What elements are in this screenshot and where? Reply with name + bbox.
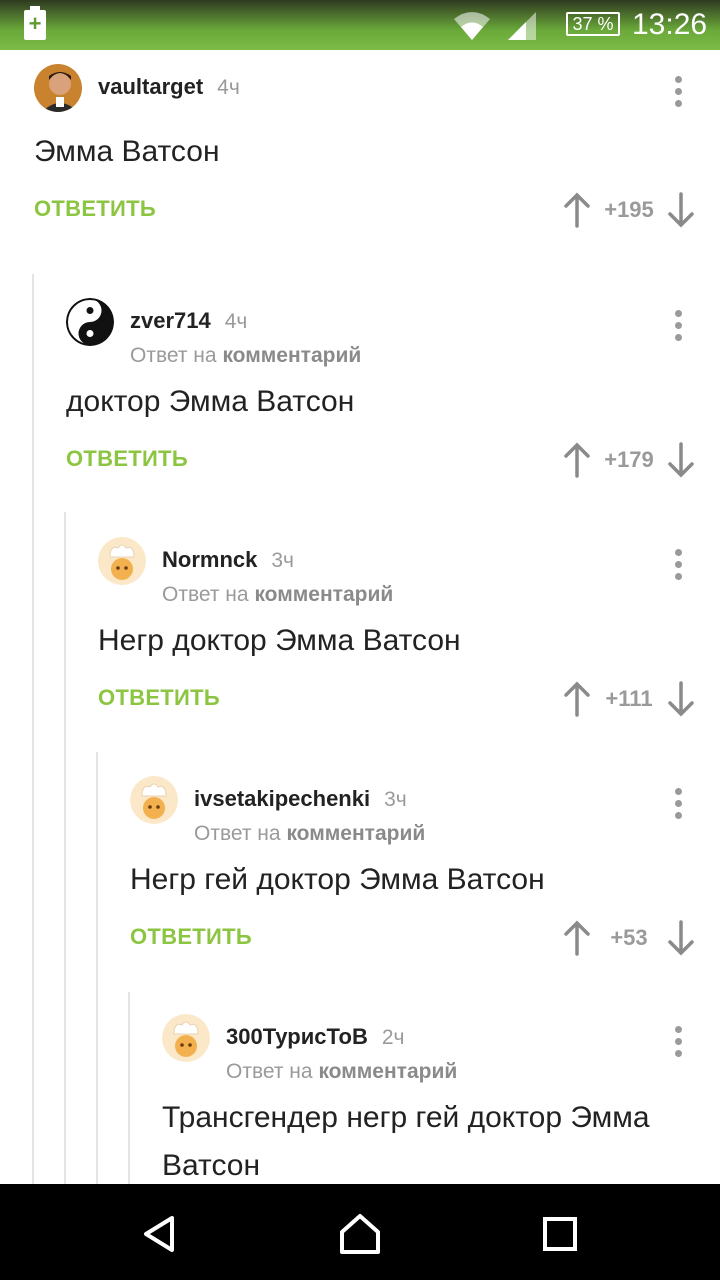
default-chef-avatar-icon xyxy=(98,537,146,585)
comment-author[interactable]: zver714 4ч xyxy=(130,308,247,334)
comment-author[interactable]: ivsetakipechenki 3ч xyxy=(194,786,407,812)
user-avatar[interactable] xyxy=(34,64,82,112)
comment-score: +195 xyxy=(604,197,654,222)
reply-button[interactable]: ОТВЕТИТЬ xyxy=(98,685,220,711)
downvote-icon[interactable] xyxy=(666,920,696,956)
upvote-icon[interactable] xyxy=(562,681,592,717)
comment-author[interactable]: Normnck 3ч xyxy=(162,547,294,573)
user-avatar[interactable] xyxy=(130,776,178,824)
battery-charging-icon: + xyxy=(24,6,46,40)
user-avatar[interactable] xyxy=(98,537,146,585)
vote-controls: +195 xyxy=(562,190,696,230)
default-chef-avatar-icon xyxy=(130,776,178,824)
comment-text: Эмма Ватсон xyxy=(34,135,220,168)
comment: vaultarget 4ч Эмма Ватсон ОТВЕТИТЬ +195 xyxy=(34,64,720,230)
more-options-icon[interactable] xyxy=(672,1026,684,1060)
comment-thread: vaultarget4ч Эмма Ватсон ОТВЕТИТЬ +195 xyxy=(0,50,720,1184)
reply-to-link[interactable]: Ответ на комментарий xyxy=(194,822,425,846)
comment-time: 4ч xyxy=(217,76,240,99)
more-options-icon[interactable] xyxy=(672,76,684,110)
comment: zver714 4ч Ответ на комментарий доктор Эм… xyxy=(66,298,720,480)
reply-to-link[interactable]: Ответ на комментарий xyxy=(226,1060,457,1084)
comment-text: Негр гей доктор Эмма Ватсон xyxy=(130,863,545,896)
thread-line xyxy=(128,992,130,1184)
home-icon[interactable] xyxy=(336,1210,384,1258)
downvote-icon[interactable] xyxy=(666,681,696,717)
comment-score: +179 xyxy=(604,447,654,472)
downvote-icon[interactable] xyxy=(666,192,696,228)
comment-author[interactable]: vaultarget 4ч xyxy=(98,74,240,100)
battery-indicator: 37 % xyxy=(566,12,620,36)
comment-text: Трансгендер негр гей доктор Эмма Ватсон xyxy=(162,1101,650,1182)
comment-text: доктор Эмма Ватсон xyxy=(66,385,355,418)
downvote-icon[interactable] xyxy=(666,442,696,478)
comment-time: 4ч xyxy=(224,310,248,333)
back-icon[interactable] xyxy=(136,1210,184,1258)
more-options-icon[interactable] xyxy=(672,310,684,344)
comment: 300ТурисТоВ 2ч Ответ на комментарий Транс… xyxy=(162,1014,720,1184)
cell-signal-icon xyxy=(508,12,536,40)
user-avatar[interactable] xyxy=(162,1014,210,1062)
comment: Normnck 3ч Ответ на комментарий Негр докт… xyxy=(98,537,720,719)
comment-score: +53 xyxy=(610,925,648,950)
default-chef-avatar-icon xyxy=(162,1014,210,1062)
reply-button[interactable]: ОТВЕТИТЬ xyxy=(34,196,156,222)
upvote-icon[interactable] xyxy=(562,192,592,228)
comment-time: 3ч xyxy=(271,549,294,572)
vote-controls: +53 xyxy=(562,918,696,958)
reply-to-link[interactable]: Ответ на комментарий xyxy=(130,344,361,368)
thread-line xyxy=(64,512,66,1184)
recent-apps-icon[interactable] xyxy=(536,1210,584,1258)
thread-line xyxy=(32,274,34,1184)
clock: 13:26 xyxy=(632,8,708,41)
user-avatar[interactable] xyxy=(66,298,114,346)
more-options-icon[interactable] xyxy=(672,788,684,822)
vote-controls: +179 xyxy=(562,440,696,480)
reply-button[interactable]: ОТВЕТИТЬ xyxy=(130,924,252,950)
wifi-icon xyxy=(454,12,490,40)
upvote-icon[interactable] xyxy=(562,920,592,956)
reply-to-link[interactable]: Ответ на комментарий xyxy=(162,583,393,607)
system-navigation-bar xyxy=(0,1184,720,1280)
reply-button[interactable]: ОТВЕТИТЬ xyxy=(66,446,188,472)
yin-yang-icon xyxy=(66,298,114,346)
comment-time: 3ч xyxy=(384,788,407,811)
more-options-icon[interactable] xyxy=(672,549,684,583)
comment-author[interactable]: 300ТурисТоВ 2ч xyxy=(226,1024,404,1050)
user-photo-icon xyxy=(34,64,82,112)
comment-time: 2ч xyxy=(381,1026,405,1049)
vote-controls: +111 xyxy=(562,679,696,719)
comment-score: +111 xyxy=(605,686,653,711)
upvote-icon[interactable] xyxy=(562,442,592,478)
status-bar: + 37 % 13:26 xyxy=(0,0,720,50)
comment: ivsetakipechenki 3ч Ответ на комментарий … xyxy=(130,776,720,958)
thread-line xyxy=(96,752,98,1184)
comment-text: Негр доктор Эмма Ватсон xyxy=(98,624,461,657)
